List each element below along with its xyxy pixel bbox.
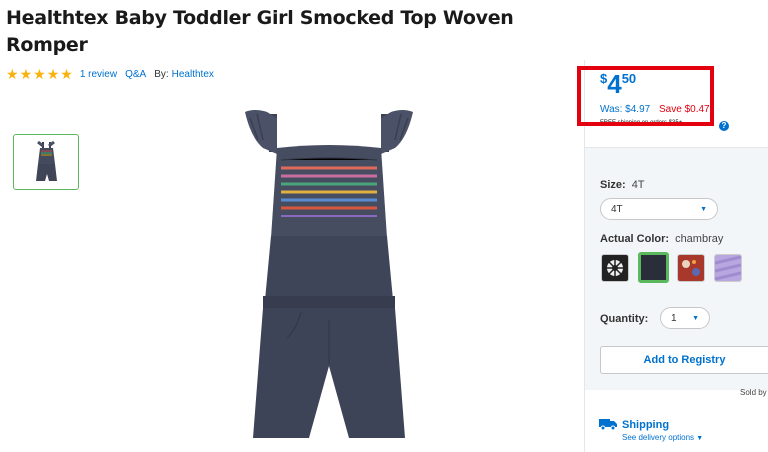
star-icon: ★ [60,66,73,82]
product-image[interactable] [195,100,465,445]
price-highlight-box [577,66,714,126]
swatch-chambray[interactable] [638,252,669,283]
romper-thumbnail-image [36,140,57,181]
floral-swatch-icon [602,255,628,281]
swatch-floral[interactable] [601,254,629,282]
brand-link[interactable]: Healthtex [172,69,214,80]
color-label: Actual Color: chambray [600,233,723,245]
star-icon: ★ [6,66,19,82]
star-icon: ★ [46,66,60,82]
sold-by-text: Sold by [740,388,767,397]
chevron-down-icon: ▼ [696,435,704,442]
product-thumbnail[interactable] [13,134,79,190]
size-select[interactable]: 4T ▼ [600,198,718,220]
red-print-swatch-icon [678,255,704,281]
size-value: 4T [631,179,645,191]
rating-row: ★ ★ ★ ★ ★ 1 review Q&A By: Healthtex [6,66,222,82]
size-label-text: Size: [600,179,626,191]
quantity-select[interactable]: 1 ▼ [660,307,710,329]
star-icon: ★ [19,66,33,82]
qa-link[interactable]: Q&A [125,69,146,80]
swatch-lavender[interactable] [714,254,742,282]
help-icon[interactable]: ? [719,121,729,131]
delivery-options-text: See delivery options [622,433,695,442]
by-label: By: [154,68,169,80]
chevron-down-icon: ▼ [700,205,707,213]
color-value: chambray [675,233,724,245]
add-to-registry-button[interactable]: Add to Registry [600,346,768,374]
truck-icon [599,419,617,430]
lavender-swatch-icon [715,255,741,281]
quantity-value: 1 [671,312,677,324]
swatch-red-print[interactable] [677,254,705,282]
star-icon: ★ [33,66,46,82]
chevron-down-icon: ▼ [692,314,699,322]
quantity-label: Quantity: [600,313,649,325]
chambray-swatch-icon [641,255,666,280]
delivery-options-link[interactable]: See delivery options ▼ [622,433,703,442]
shipping-title: Shipping [622,419,670,431]
size-select-value: 4T [611,203,623,215]
star-rating[interactable]: ★ ★ ★ ★ ★ [6,67,74,81]
size-label: Size: 4T [600,179,645,191]
reviews-link[interactable]: 1 review [80,69,117,80]
color-label-text: Actual Color: [600,233,670,245]
product-title: Healthtex Baby Toddler Girl Smocked Top … [6,7,514,56]
